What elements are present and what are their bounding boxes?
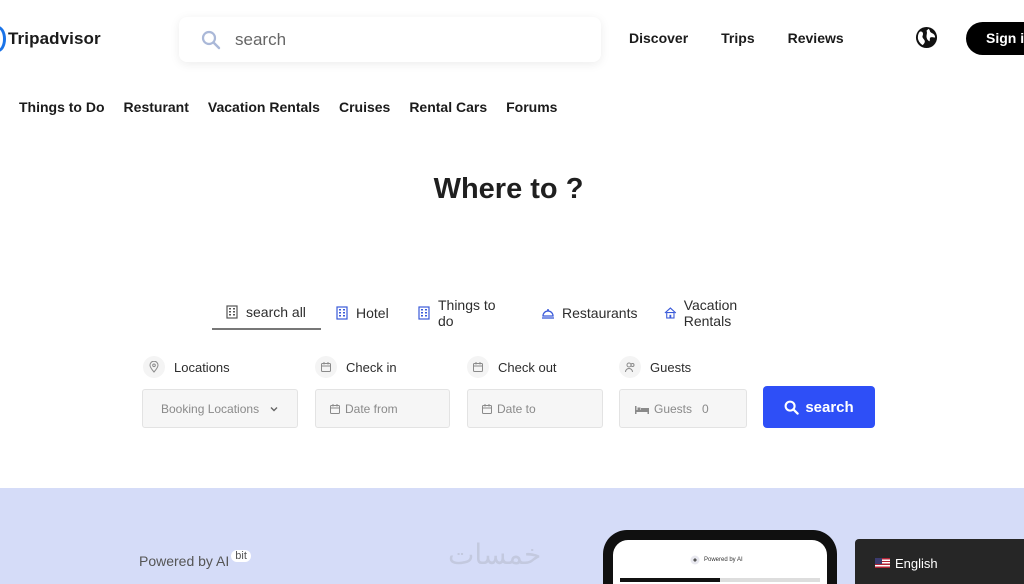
category-things-to-do[interactable]: Things to Do (19, 99, 105, 115)
phone-header-text: Powered by AI (704, 557, 743, 563)
guests-label: Guests (619, 356, 691, 378)
label-text: Guests (650, 359, 692, 375)
category-cruises[interactable]: Cruises (339, 99, 390, 115)
calendar-icon (482, 403, 492, 414)
users-icon (619, 356, 641, 378)
category-vacation-rentals[interactable]: Vacation Rentals (208, 99, 320, 115)
powered-by-ai: Powered by AI bit (139, 550, 251, 569)
nav-discover[interactable]: Discover (629, 30, 688, 46)
check-out-label: Check out (467, 356, 557, 378)
calendar-icon (315, 356, 337, 378)
date-from-placeholder: Date from (345, 401, 398, 416)
locations-select[interactable]: Booking Locations (142, 389, 298, 428)
category-restaurant[interactable]: Resturant (124, 99, 189, 115)
header-search (179, 17, 601, 62)
logo-mark-icon (0, 26, 6, 52)
select-value: Booking Locations (161, 401, 260, 416)
location-pin-icon (143, 356, 165, 378)
page: Tripadvisor Discover Trips Reviews Sign … (0, 0, 1024, 584)
search-button-label: search (805, 398, 854, 416)
date-to-placeholder: Date to (497, 401, 536, 416)
locations-label: Locations (143, 356, 230, 378)
guests-count: 0 (702, 401, 709, 416)
phone-header: Powered by AI (690, 555, 743, 565)
dish-icon (542, 309, 554, 319)
house-icon (664, 307, 677, 319)
label-text: Check out (498, 359, 557, 375)
tab-things-to-do[interactable]: Things to do (403, 296, 529, 330)
calendar-icon (330, 403, 340, 414)
chevron-down-icon (270, 406, 278, 411)
check-out-field[interactable]: Date to (467, 389, 603, 428)
top-nav: Discover Trips Reviews (629, 30, 844, 46)
nav-trips[interactable]: Trips (721, 30, 754, 46)
search-button[interactable]: search (763, 386, 875, 428)
tab-label: Things to do (437, 297, 496, 329)
nav-reviews[interactable]: Reviews (788, 30, 844, 46)
category-rental-cars[interactable]: Rental Cars (409, 99, 487, 115)
sign-in-button[interactable]: Sign in (966, 22, 1024, 55)
brand-name: Tripadvisor (8, 29, 101, 48)
tab-label: Vacation Rentals (683, 297, 738, 329)
label-text: Locations (174, 359, 230, 375)
search-icon (201, 30, 221, 49)
calendar-icon (467, 356, 489, 378)
hero-title: Where to ? (433, 173, 584, 205)
ai-logo-icon (690, 555, 700, 565)
search-icon (784, 400, 800, 415)
label-text: Check in (346, 359, 397, 375)
building-icon (226, 305, 238, 319)
powered-badge: bit (231, 550, 251, 562)
building-icon (418, 306, 430, 320)
search-input[interactable] (235, 29, 575, 50)
language-switcher[interactable]: English (855, 539, 1024, 584)
powered-by-text: Powered by AI (139, 553, 230, 569)
globe-icon[interactable] (915, 26, 938, 49)
tab-label: search all (246, 304, 306, 320)
tab-label: Restaurants (562, 305, 638, 321)
search-tabs: search all Hotel Things to do Restaurant… (212, 296, 793, 330)
brand-logo[interactable]: Tripadvisor (0, 26, 101, 52)
category-forums[interactable]: Forums (506, 99, 557, 115)
tab-search-all[interactable]: search all (212, 296, 321, 330)
tab-hotel[interactable]: Hotel (321, 296, 403, 330)
check-in-label: Check in (315, 356, 397, 378)
building-icon (336, 306, 348, 320)
bed-icon (635, 405, 649, 414)
tab-label: Hotel (356, 305, 389, 321)
guests-field-label: Guests (654, 401, 693, 416)
us-flag-icon (875, 558, 890, 568)
watermark: خمسات (448, 538, 542, 571)
tab-restaurants[interactable]: Restaurants (529, 296, 653, 330)
phone-progress-fill (620, 578, 720, 582)
category-nav: Things to Do Resturant Vacation Rentals … (19, 99, 557, 115)
language-label: English (895, 556, 938, 571)
tab-vacation-rentals[interactable]: Vacation Rentals (653, 296, 793, 330)
check-in-field[interactable]: Date from (315, 389, 450, 428)
guests-field[interactable]: Guests 0 (619, 389, 747, 428)
